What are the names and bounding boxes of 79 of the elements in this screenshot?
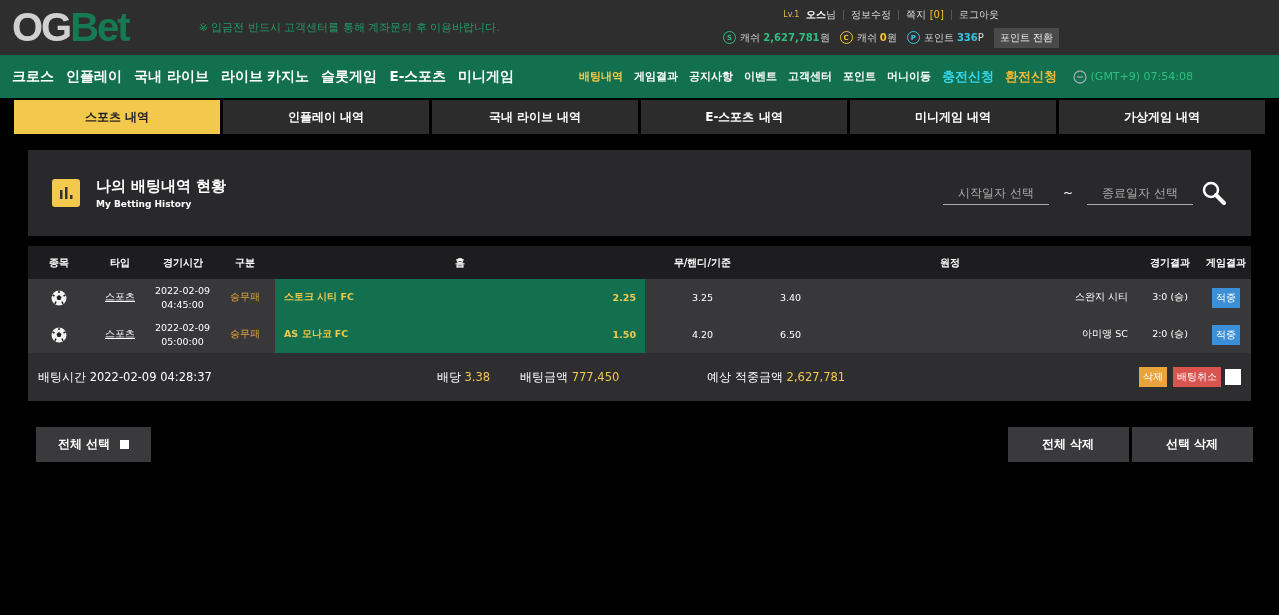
tab[interactable]: 미니게임 내역 bbox=[850, 100, 1056, 134]
select-all-button[interactable]: 전체 선택 bbox=[36, 427, 151, 462]
tab[interactable]: 인플레이 내역 bbox=[223, 100, 429, 134]
profile-link[interactable]: 정보수정 bbox=[851, 7, 892, 22]
column-header: 무/핸디/기준 bbox=[672, 255, 733, 270]
home-pick-cell[interactable]: AS 모나코 FC 1.50 bbox=[275, 316, 645, 353]
soccer-ball-icon bbox=[51, 326, 67, 343]
nav-link[interactable]: 배팅내역 bbox=[578, 69, 623, 84]
soccer-ball-icon bbox=[51, 289, 67, 306]
table-cell: 스포츠 bbox=[105, 291, 135, 304]
column-header: 홈 bbox=[454, 255, 466, 270]
home-pick-cell[interactable]: 스토크 시티 FC 2.25 bbox=[275, 279, 645, 316]
nav-link[interactable]: 이벤트 bbox=[743, 69, 777, 84]
messages-link[interactable]: 쪽지 [0] bbox=[906, 7, 944, 22]
delete-all-button[interactable]: 전체 삭제 bbox=[1008, 427, 1129, 462]
table-cell: 3.25 bbox=[691, 292, 714, 303]
table-cell: 3:0 (승) bbox=[1152, 291, 1188, 304]
nav-link[interactable]: 머니이동 bbox=[886, 69, 931, 84]
nav-link[interactable]: 인플레이 bbox=[66, 67, 122, 86]
nav-link[interactable]: 게임결과 bbox=[633, 69, 678, 84]
result-badge: 적중 bbox=[1211, 324, 1240, 345]
logo[interactable]: OGBet bbox=[12, 5, 129, 50]
tab[interactable]: E-스포츠 내역 bbox=[641, 100, 847, 134]
tab[interactable]: 국내 라이브 내역 bbox=[432, 100, 638, 134]
logout-link[interactable]: 로그아웃 bbox=[958, 7, 999, 22]
column-header: 원정 bbox=[939, 255, 961, 270]
balance-text: 캐쉬 0원 bbox=[856, 30, 897, 45]
nav-link[interactable]: 충전신청 bbox=[941, 67, 994, 86]
tab[interactable]: 스포츠 내역 bbox=[14, 100, 220, 134]
table-cell: 아미앵 SC bbox=[1082, 328, 1128, 341]
nav-link[interactable]: 크로스 bbox=[12, 67, 54, 86]
table-cell: 4.20 bbox=[691, 329, 714, 340]
range-separator: ~ bbox=[1062, 186, 1073, 200]
table-cell: 승무패 bbox=[230, 328, 260, 341]
panel-subtitle: My Betting History bbox=[96, 199, 193, 209]
column-header: 경기시간 bbox=[161, 255, 204, 270]
table-cell: 스포츠 bbox=[105, 328, 135, 341]
nav-link[interactable]: 포인트 bbox=[842, 69, 876, 84]
delete-selected-button[interactable]: 선택 삭제 bbox=[1132, 427, 1253, 462]
nav-link[interactable]: 공지사항 bbox=[688, 69, 733, 84]
level-label: Lv.1 bbox=[783, 10, 800, 19]
tab[interactable]: 가상게임 내역 bbox=[1059, 100, 1265, 134]
bet-time-text: 배팅시간 2022-02-09 04:28:37 bbox=[38, 369, 212, 385]
user-name: 오스님 bbox=[806, 7, 837, 22]
nav-link[interactable]: 환전신청 bbox=[1004, 67, 1057, 86]
result-badge: 적중 bbox=[1211, 287, 1240, 308]
end-date-field[interactable]: 종료일자 선택 bbox=[1087, 181, 1193, 205]
search-icon[interactable] bbox=[1201, 180, 1227, 206]
bet-amount-text: 배팅금액 777,450 bbox=[520, 369, 620, 385]
panel-title: 나의 배팅내역 현황 bbox=[96, 177, 227, 196]
table-cell: 2022-02-09 05:00:00 bbox=[154, 321, 211, 348]
column-header: 타입 bbox=[109, 255, 131, 270]
convert-button[interactable]: 포인트 전환 bbox=[993, 27, 1059, 48]
column-header: 경기결과 bbox=[1149, 255, 1191, 270]
balance-text: 캐쉬 2,627,781원 bbox=[740, 30, 830, 45]
start-date-field[interactable]: 시작일자 선택 bbox=[942, 181, 1049, 205]
nav-link[interactable]: E-스포츠 bbox=[389, 67, 447, 86]
table-cell: 3.40 bbox=[780, 292, 802, 303]
column-header: 게임결과 bbox=[1204, 255, 1247, 270]
column-header: 구분 bbox=[234, 255, 256, 270]
chart-icon bbox=[52, 179, 80, 207]
table-cell: 스완지 시티 bbox=[1074, 291, 1128, 304]
nav-link[interactable]: 고객센터 bbox=[787, 69, 832, 84]
nav-link[interactable]: 라이브 카지노 bbox=[220, 67, 310, 86]
column-header: 종목 bbox=[48, 255, 70, 270]
nav-link[interactable]: 미니게임 bbox=[458, 67, 515, 86]
clock-text: (GMT+9) 07:54:08 bbox=[1090, 70, 1193, 83]
checkbox[interactable] bbox=[1225, 369, 1241, 385]
table-cell: 승무패 bbox=[230, 291, 260, 304]
odds-text: 배당 3.38 bbox=[436, 369, 491, 385]
nav-link[interactable]: 국내 라이브 bbox=[134, 67, 209, 86]
table-cell: 6.50 bbox=[780, 329, 802, 340]
cancel-bet-button[interactable]: 배팅취소 bbox=[1173, 367, 1221, 387]
balance-text: 포인트 336P bbox=[923, 30, 984, 45]
table-cell: 2:0 (승) bbox=[1152, 328, 1188, 341]
nav-link[interactable]: 슬롯게임 bbox=[321, 67, 378, 86]
expected-win-text: 예상 적중금액 2,627,781 bbox=[707, 369, 846, 385]
table-cell: 2022-02-09 04:45:00 bbox=[154, 284, 211, 311]
notice-text: ※ 입금전 반드시 고객센터를 통해 계좌문의 후 이용바랍니다. bbox=[198, 20, 501, 35]
